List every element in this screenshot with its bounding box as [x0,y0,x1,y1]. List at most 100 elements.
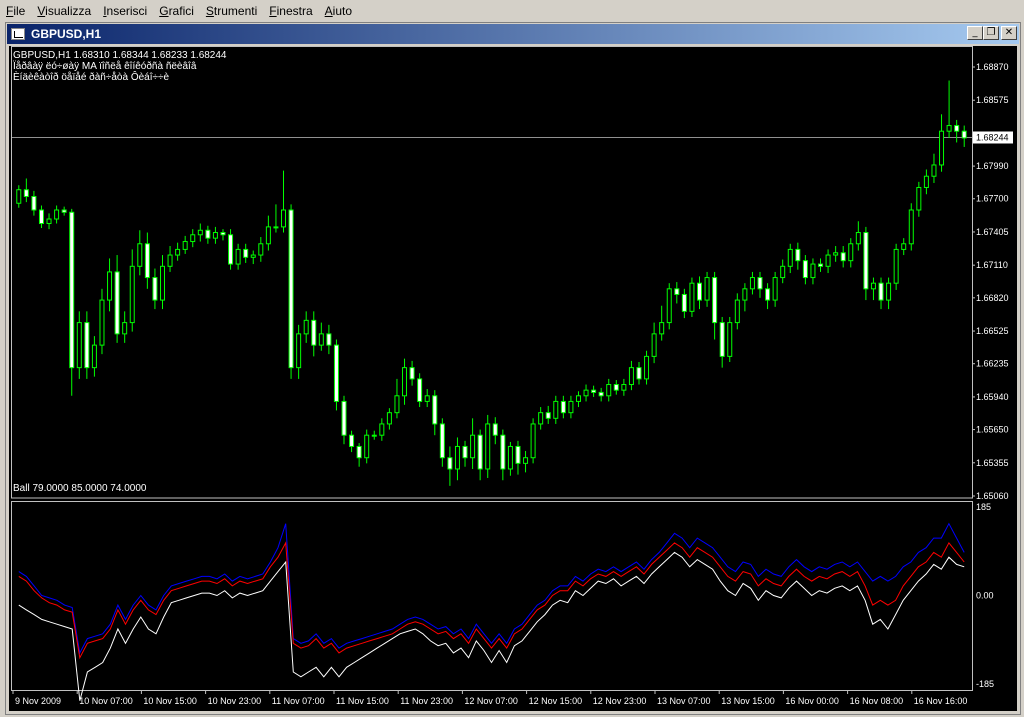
menu-aiuto[interactable]: Aiuto [321,1,360,21]
candle-body [288,209,294,369]
candle-body [863,232,869,290]
candle-body [61,209,67,213]
candle-body [560,400,566,414]
candle-body [265,226,271,245]
candle-body [553,400,559,419]
menu-visualizza[interactable]: Visualizza [33,1,99,21]
menu-finestra[interactable]: Finestra [265,1,320,21]
restore-button[interactable]: ❐ [983,26,999,40]
price-axis-label: 1.67700 [976,194,1009,204]
candle-body [91,344,97,369]
candle-body [281,209,287,228]
chart-window-icon[interactable] [11,28,25,40]
indicator-axis-label: -185 [976,679,994,689]
candle-body [954,125,960,132]
candle-body [23,189,29,197]
candle-body [765,288,771,301]
candle-body [76,322,82,369]
candle-body [840,252,846,262]
indicator-axis-label: 185 [976,502,991,512]
candle-body [916,186,922,211]
price-axis-label: 1.67990 [976,161,1009,171]
candle-body [477,434,483,470]
candle-body [848,243,854,262]
minimize-button[interactable]: _ [967,26,983,40]
window-title: GBPUSD,H1 [31,27,102,41]
candle-body [818,263,824,267]
indicator-white-line [18,551,965,701]
candle-body [54,209,60,220]
window-titlebar[interactable]: GBPUSD,H1 _ ❐ ✕ [7,24,1019,44]
menu-bar: File Visualizza Inserisci Grafici Strumenti F… [0,0,1024,22]
chart-svg[interactable]: 1.68870 1.68575 1.68244 1.67990 1.67700 1.674… [9,46,1017,711]
candle-body [492,423,498,436]
candle-body [893,248,899,284]
candle-body [644,355,650,380]
candle-body [810,263,816,279]
candle-body [772,277,778,301]
candle-body [273,226,279,229]
candle-body [38,209,44,225]
candle-body [424,395,430,402]
candle-body [356,445,362,459]
candle-body [500,434,506,470]
candle-body [152,277,158,301]
time-axis-label: 12 Nov 15:00 [529,696,583,706]
candle-body [386,412,392,425]
candle-body [757,277,763,290]
candle-body [515,445,521,464]
candle-body [432,395,438,425]
candle-body [485,423,491,470]
chart-window[interactable]: GBPUSD,H1 _ ❐ ✕ 1.688701.685751.682441.6… [5,22,1021,715]
candle-body [311,319,317,346]
candle-body [349,434,355,447]
candle-body [636,367,642,380]
candle-body [666,288,672,324]
candle-body [855,232,861,245]
current-price-label: 1.68244 [976,132,1009,142]
candle-body [144,243,150,279]
price-axis-label: 1.66235 [976,359,1009,369]
menu-file[interactable]: File [2,1,33,21]
candle-body [318,333,324,346]
candle-body [628,367,634,386]
price-axis-label: 1.65650 [976,425,1009,435]
candle-body [190,234,196,243]
candle-body [402,367,408,397]
candle-body [787,248,793,267]
candle-body [712,277,718,324]
candle-body [674,288,680,295]
candle-body [364,434,370,459]
candle-body [704,277,710,301]
candle-body [129,265,135,324]
menu-grafici[interactable]: Grafici [155,1,202,21]
time-axis-label: 9 Nov 2009 [15,696,61,706]
candle-body [167,254,173,267]
price-axis-label: 1.66820 [976,293,1009,303]
indicator-axis-label: 0.00 [976,591,994,601]
time-axis-label: 10 Nov 07:00 [79,696,133,706]
candle-body [394,395,400,414]
price-axis-label: 1.68870 [976,62,1009,72]
price-axis-label: 1.67110 [976,260,1008,270]
menu-strumenti[interactable]: Strumenti [202,1,265,21]
candle-body [931,164,937,177]
time-axis-label: 11 Nov 07:00 [272,696,325,706]
close-button[interactable]: ✕ [1001,26,1017,40]
candle-body [825,254,831,267]
candle-body [908,209,914,245]
candle-body [205,229,211,239]
candle-body [802,260,808,279]
candle-body [749,277,755,290]
candle-body [621,384,627,391]
candle-body [606,384,612,397]
candle-body [742,288,748,301]
candle-body [235,248,241,265]
time-axis-label: 12 Nov 07:00 [464,696,518,706]
menu-inserisci[interactable]: Inserisci [99,1,155,21]
candle-body [439,423,445,459]
plot-area[interactable]: 1.68870 1.68575 1.68244 1.67990 1.67700 1.674… [9,46,1017,711]
candle-body [946,125,952,132]
chart-subtitle-2: Èíäèêàòîð öåïåé ðàñ÷åòà Ôèáî÷÷è [13,72,170,83]
candle-body [31,195,37,211]
